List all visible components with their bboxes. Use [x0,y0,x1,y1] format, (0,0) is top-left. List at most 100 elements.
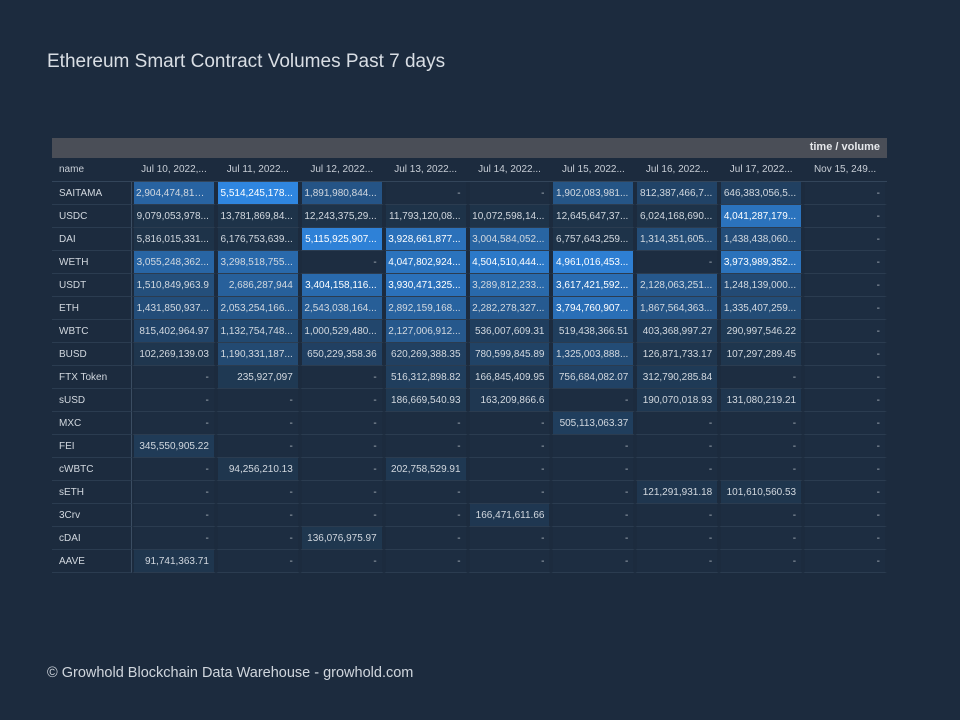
row-name-cell: USDC [52,205,132,228]
value-cell: 2,282,278,327... [467,297,552,320]
value-cell: 94,256,210.13 [215,458,300,481]
value-cell: - [132,366,216,389]
value-cell: 11,793,120,08... [383,205,468,228]
row-name-cell: WETH [52,251,132,274]
column-header-name[interactable]: name [52,158,132,182]
column-header-date[interactable]: Jul 17, 2022... [719,158,804,182]
table-row: cWBTC -94,256,210.13-202,758,529.91- - - - - [52,458,888,481]
value-cell: 3,004,584,052... [467,228,552,251]
value-cell: - [803,343,888,366]
page-title: Ethereum Smart Contract Volumes Past 7 d… [47,51,446,72]
data-table: name Jul 10, 2022,... Jul 11, 2022... Jul 1… [52,158,888,573]
value-cell: 1,891,980,844... [299,182,384,205]
row-name-cell: MXC [52,412,132,435]
value-cell: - [383,481,468,504]
value-cell: - [803,251,888,274]
value-cell: - [719,527,804,550]
value-cell: 13,781,869,84... [215,205,300,228]
value-cell: 6,757,643,259... [551,228,636,251]
value-cell: - [551,435,636,458]
row-name-cell: sETH [52,481,132,504]
value-cell: 1,325,003,888... [551,343,636,366]
table-row: cDAI - -136,076,975.97- - - - - - [52,527,888,550]
column-header-date[interactable]: Nov 15, 249... [803,158,888,182]
value-cell: - [215,389,300,412]
value-cell: 290,997,546.22 [719,320,804,343]
row-name-cell: USDT [52,274,132,297]
column-header-date[interactable]: Jul 12, 2022... [299,158,384,182]
value-cell: 519,438,366.51 [551,320,636,343]
value-cell: - [803,320,888,343]
value-cell: 4,047,802,924... [383,251,468,274]
value-cell: - [467,481,552,504]
value-cell: 166,845,409.95 [467,366,552,389]
value-cell: 1,867,564,363... [635,297,720,320]
value-cell: 1,431,850,937... [132,297,216,320]
value-cell: - [383,435,468,458]
value-cell: 4,961,016,453... [551,251,636,274]
value-cell: - [467,550,552,573]
table-row: AAVE 91,741,363.71- - - - - - - - [52,550,888,573]
footer-credit: © Growhold Blockchain Data Warehouse - g… [47,665,414,681]
value-cell: - [803,274,888,297]
table-row: MXC - - - - -505,113,063.37- - - [52,412,888,435]
value-cell: - [719,458,804,481]
value-cell: 2,892,159,168... [383,297,468,320]
column-header-date[interactable]: Jul 16, 2022... [635,158,720,182]
column-header-date[interactable]: Jul 15, 2022... [551,158,636,182]
column-header-date[interactable]: Jul 14, 2022... [467,158,552,182]
value-cell: - [635,458,720,481]
value-cell: 3,404,158,116... [299,274,384,297]
value-cell: - [803,504,888,527]
row-name-cell: 3Crv [52,504,132,527]
value-cell: - [467,182,552,205]
header-band-label: time / volume [809,141,880,153]
value-cell: 1,132,754,748... [215,320,300,343]
value-cell: - [803,297,888,320]
table-row: WETH 3,055,248,362... 3,298,518,755... -4,0… [52,251,888,274]
column-header-date[interactable]: Jul 10, 2022,... [132,158,216,182]
value-cell: 620,269,388.35 [383,343,468,366]
value-cell: 3,298,518,755... [215,251,300,274]
value-cell: - [383,527,468,550]
value-cell: 163,209,866.6 [467,389,552,412]
value-cell: 536,007,609.31 [467,320,552,343]
value-cell: 107,297,289.45 [719,343,804,366]
value-cell: 516,312,898.82 [383,366,468,389]
row-name-cell: BUSD [52,343,132,366]
table-row: USDT 1,510,849,963.9 2,686,287,944 3,404,15… [52,274,888,297]
value-cell: - [467,458,552,481]
value-cell: - [635,504,720,527]
value-cell: - [467,412,552,435]
value-cell: - [719,504,804,527]
row-name-cell: cWBTC [52,458,132,481]
value-cell: 4,041,287,179... [719,205,804,228]
value-cell: - [132,481,216,504]
value-cell: - [803,550,888,573]
value-cell: 1,248,139,000... [719,274,804,297]
column-header-date[interactable]: Jul 13, 2022... [383,158,468,182]
value-cell: - [215,412,300,435]
table-row: WBTC 815,402,964.97 1,132,754,748... 1,000,… [52,320,888,343]
table-row: FTX Token -235,927,097-516,312,898.82 166,… [52,366,888,389]
value-cell: 6,176,753,639... [215,228,300,251]
value-cell: 91,741,363.71 [132,550,216,573]
value-cell: 102,269,139.03 [132,343,216,366]
value-cell: 780,599,845.89 [467,343,552,366]
value-cell: - [467,527,552,550]
value-cell: - [635,251,720,274]
value-cell: - [551,504,636,527]
row-name-cell: FEI [52,435,132,458]
row-name-cell: sUSD [52,389,132,412]
value-cell: - [719,435,804,458]
value-cell: 1,438,438,060... [719,228,804,251]
value-cell: 1,314,351,605... [635,228,720,251]
value-cell: 5,514,245,178... [215,182,300,205]
value-cell: 505,113,063.37 [551,412,636,435]
value-cell: - [803,205,888,228]
value-cell: 812,387,466,7... [635,182,720,205]
value-cell: 3,928,661,877... [383,228,468,251]
value-cell: 5,115,925,907... [299,228,384,251]
column-header-date[interactable]: Jul 11, 2022... [215,158,300,182]
value-cell: 166,471,611.66 [467,504,552,527]
